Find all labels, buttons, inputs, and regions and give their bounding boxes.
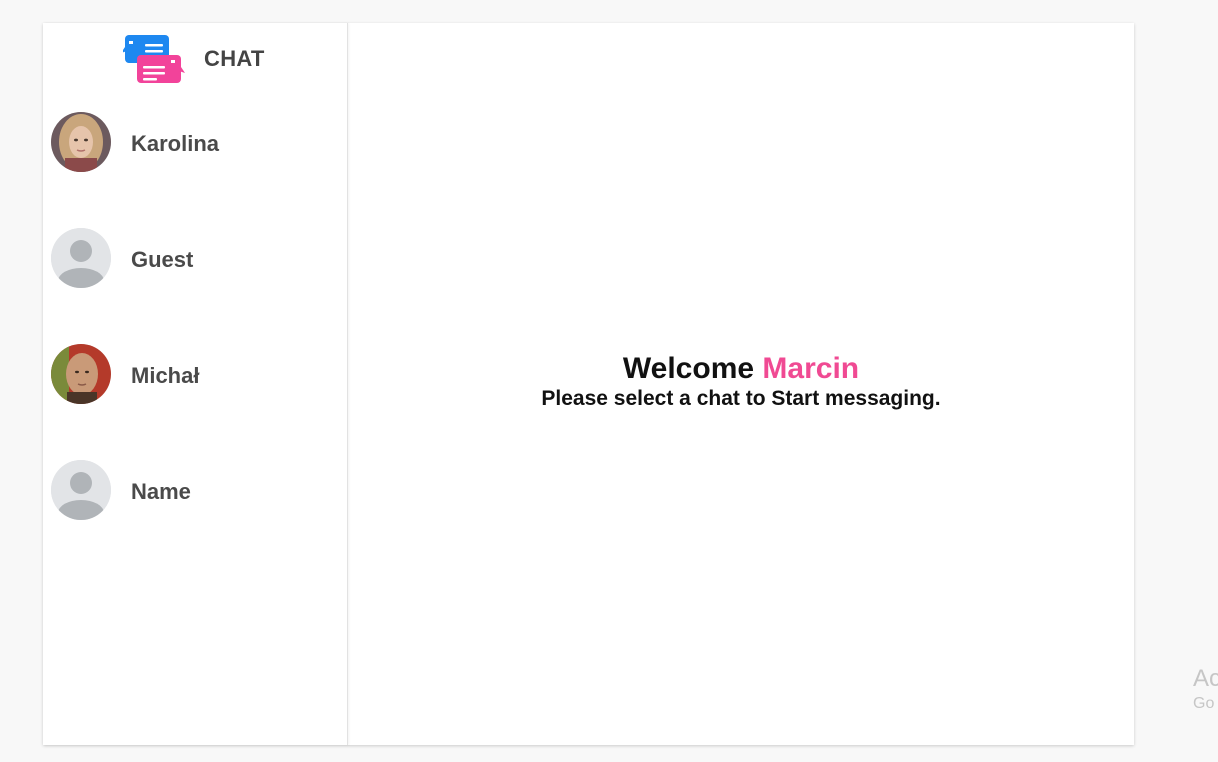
welcome-user-name: Marcin	[762, 352, 860, 385]
contact-item-michal[interactable]: Michał	[43, 344, 347, 460]
welcome-heading: Welcome Marcin	[348, 353, 1134, 385]
watermark-line-2: Go	[1193, 695, 1215, 712]
contact-item-karolina[interactable]: Karolina	[43, 112, 347, 228]
contact-list: Karolina Guest Michał Name	[43, 112, 347, 576]
default-user-icon	[51, 460, 111, 520]
chat-bubbles-icon	[123, 35, 185, 83]
avatar	[51, 344, 111, 404]
contact-item-guest[interactable]: Guest	[43, 228, 347, 344]
contact-name: Karolina	[131, 131, 220, 156]
chat-app: CHAT Karolina Guest Michał Name Welcome …	[43, 23, 1134, 745]
welcome-message: Welcome Marcin Please select a chat to S…	[348, 353, 1134, 411]
photo-avatar-man	[51, 344, 111, 404]
contact-name: Guest	[131, 247, 194, 272]
app-title: CHAT	[204, 46, 265, 71]
chat-main-panel: Welcome Marcin Please select a chat to S…	[348, 23, 1134, 745]
watermark-line-1: Ac	[1193, 665, 1218, 692]
default-user-icon	[51, 228, 111, 288]
welcome-subtitle: Please select a chat to Start messaging.	[541, 387, 941, 410]
activation-watermark: Ac Go	[1193, 665, 1218, 713]
avatar	[51, 112, 111, 172]
sidebar: CHAT Karolina Guest Michał Name	[43, 23, 348, 745]
contact-name: Michał	[131, 363, 200, 388]
contact-name: Name	[131, 479, 191, 504]
brand-header: CHAT	[43, 23, 347, 95]
avatar	[51, 460, 111, 520]
photo-avatar-woman	[51, 112, 111, 172]
contact-item-name[interactable]: Name	[43, 460, 347, 576]
welcome-prefix: Welcome	[622, 352, 755, 385]
avatar	[51, 228, 111, 288]
